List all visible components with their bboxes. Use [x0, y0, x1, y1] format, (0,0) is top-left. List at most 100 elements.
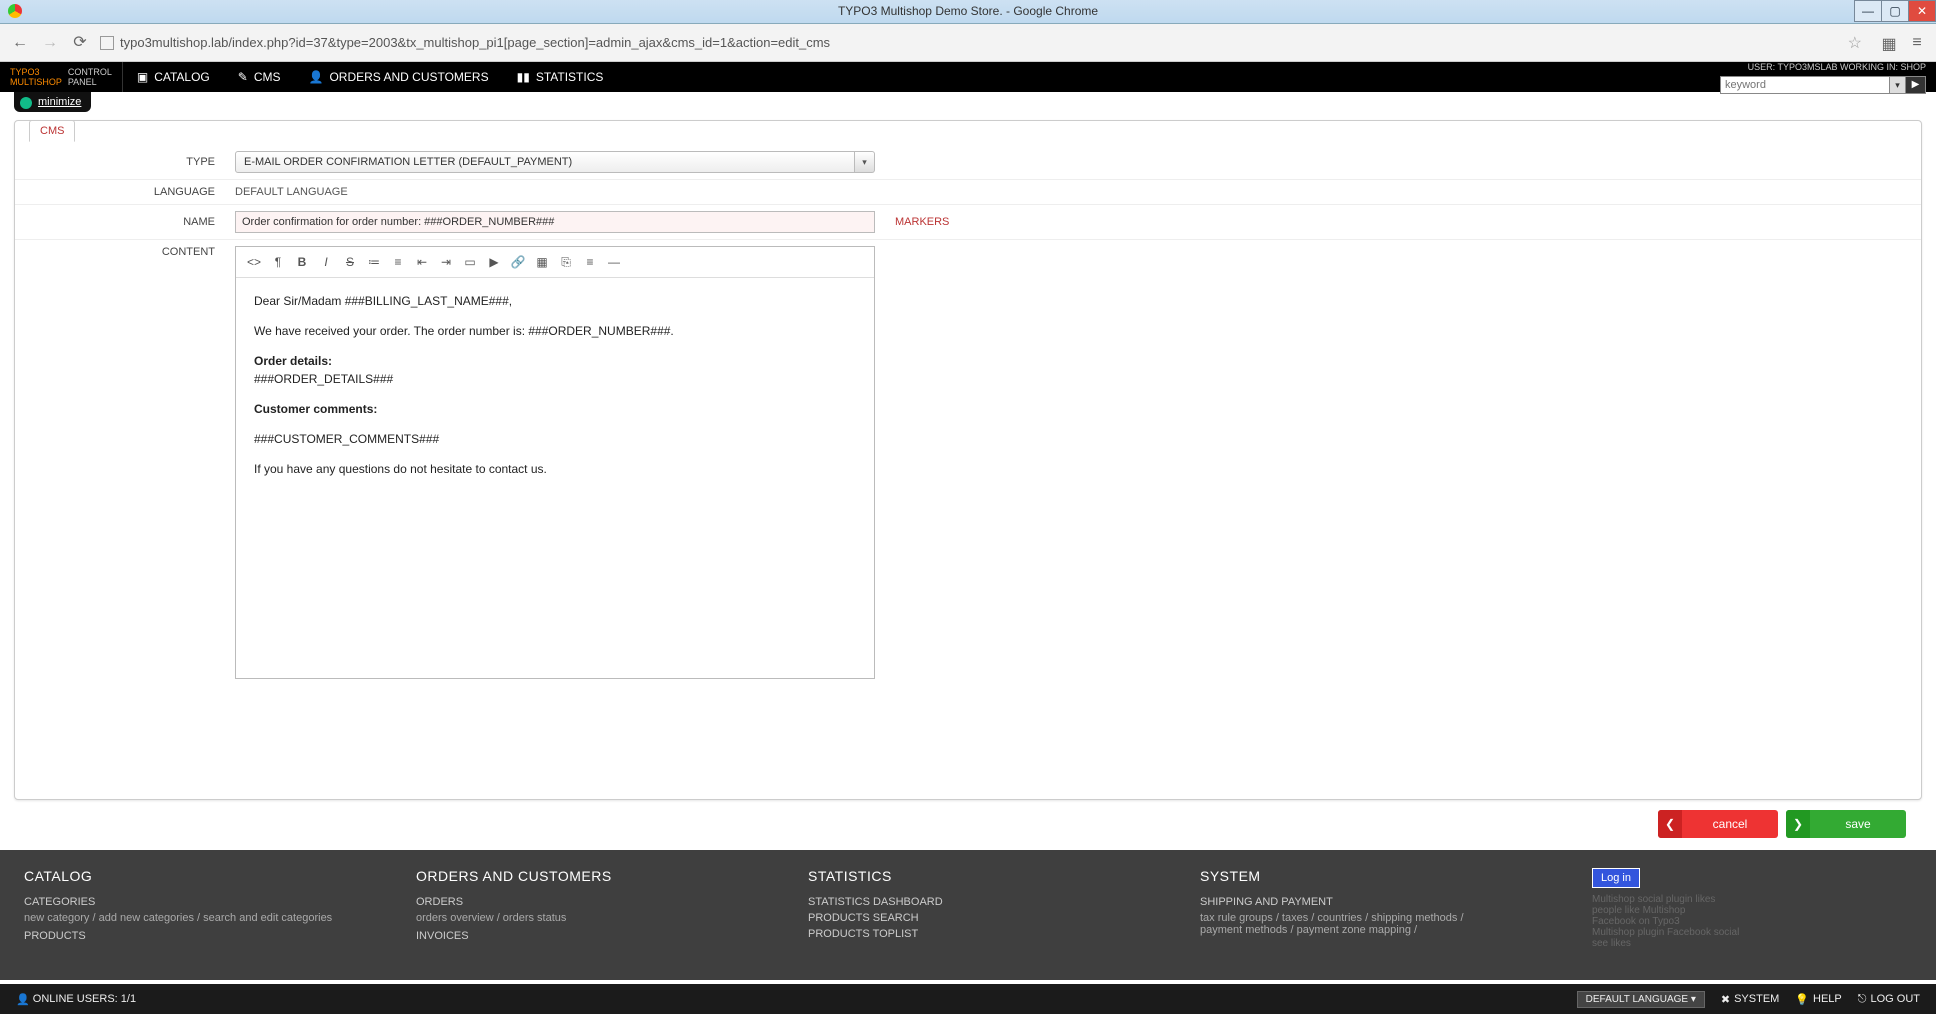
footer-system-links1[interactable]: tax rule groups / taxes / countries / sh…	[1200, 912, 1552, 924]
minimize-panel-tab[interactable]: minimize	[14, 92, 91, 112]
maximize-window-button[interactable]: ▢	[1881, 0, 1909, 22]
person-icon: 👤	[309, 70, 324, 84]
label-language: LANGUAGE	[35, 186, 235, 198]
tb-pilcrow-icon[interactable]: ¶	[266, 251, 290, 273]
label-type: TYPE	[35, 156, 235, 168]
row-type: TYPE E-MAIL ORDER CONFIRMATION LETTER (D…	[15, 145, 1921, 180]
footer-categories[interactable]: CATEGORIES	[24, 896, 376, 908]
reload-button[interactable]: ⟳	[70, 33, 90, 53]
chrome-menu-icon[interactable]: ≡	[1908, 34, 1926, 52]
tb-italic-icon[interactable]: I	[314, 251, 338, 273]
person-icon: 👤	[16, 993, 30, 1006]
bookmark-star-icon[interactable]: ☆	[1848, 33, 1862, 53]
pencil-icon: ✎	[238, 70, 248, 84]
tb-align-icon[interactable]: ≡	[578, 251, 602, 273]
admin-footer: CATALOG CATEGORIES new category / add ne…	[0, 850, 1936, 980]
minimize-label: minimize	[38, 96, 81, 108]
menu-orders[interactable]: 👤ORDERS AND CUSTOMERS	[295, 62, 503, 92]
back-button[interactable]: ←	[10, 33, 30, 53]
folder-icon: ▣	[137, 70, 148, 84]
chevron-down-icon[interactable]: ▾	[855, 151, 875, 173]
footer-col-system: SYSTEM SHIPPING AND PAYMENT tax rule gro…	[1200, 868, 1552, 980]
chevron-left-icon: ❮	[1658, 810, 1682, 838]
window-buttons: — ▢ ✕	[1855, 0, 1936, 22]
tb-bold-icon[interactable]: B	[290, 251, 314, 273]
footer-orders-title: ORDERS AND CUSTOMERS	[416, 868, 768, 884]
footer-products[interactable]: PRODUCTS	[24, 930, 376, 942]
fb-login-button[interactable]: Log in	[1592, 868, 1640, 888]
gear-icon: ✖	[1721, 993, 1730, 1006]
save-label: save	[1810, 817, 1906, 831]
save-button[interactable]: ❯ save	[1786, 810, 1906, 838]
content-p1: Dear Sir/Madam ###BILLING_LAST_NAME###,	[254, 292, 856, 310]
language-select[interactable]: DEFAULT LANGUAGE ▾	[1577, 991, 1705, 1008]
label-content: CONTENT	[35, 246, 235, 258]
cancel-button[interactable]: ❮ cancel	[1658, 810, 1778, 838]
url-display[interactable]: typo3multishop.lab/index.php?id=37&type=…	[100, 35, 1838, 50]
content-p4: Customer comments:	[254, 400, 856, 418]
tb-strike-icon[interactable]: S	[338, 251, 362, 273]
tb-table-icon[interactable]: ▦	[530, 251, 554, 273]
status-dot-icon	[20, 97, 32, 109]
footer-invoices[interactable]: INVOICES	[416, 930, 768, 942]
menu-cms[interactable]: ✎CMS	[224, 62, 295, 92]
search-input[interactable]	[1720, 76, 1890, 94]
tb-anchor-icon[interactable]: ⎘	[554, 251, 578, 273]
tb-olist-icon[interactable]: ≡	[386, 251, 410, 273]
type-select[interactable]: E-MAIL ORDER CONFIRMATION LETTER (DEFAUL…	[235, 151, 875, 173]
system-link[interactable]: ✖SYSTEM	[1721, 993, 1779, 1006]
footer-stats-dashboard[interactable]: STATISTICS DASHBOARD	[808, 896, 1160, 908]
online-users: ONLINE USERS: 1/1	[33, 993, 136, 1005]
help-link[interactable]: 💡HELP	[1795, 993, 1841, 1006]
footer-orders[interactable]: ORDERS	[416, 896, 768, 908]
markers-link[interactable]: MARKERS	[895, 216, 949, 228]
tb-video-icon[interactable]: ▶	[482, 251, 506, 273]
footer-catalog-links[interactable]: new category / add new categories / sear…	[24, 912, 376, 924]
chevron-right-icon: ❯	[1786, 810, 1810, 838]
tb-outdent-icon[interactable]: ⇤	[410, 251, 434, 273]
name-input[interactable]	[235, 211, 875, 233]
extensions-icon[interactable]: ▦	[1880, 34, 1898, 52]
tb-link-icon[interactable]: 🔗	[506, 251, 530, 273]
footer-shipping-payment[interactable]: SHIPPING AND PAYMENT	[1200, 896, 1552, 908]
tb-hr-icon[interactable]: —	[602, 251, 626, 273]
footer-stats-title: STATISTICS	[808, 868, 1160, 884]
cms-edit-panel: CMS TYPE E-MAIL ORDER CONFIRMATION LETTE…	[14, 120, 1922, 800]
footer-col-orders: ORDERS AND CUSTOMERS ORDERS orders overv…	[416, 868, 768, 980]
menu-statistics[interactable]: ▮▮STATISTICS	[503, 62, 618, 92]
editor-body[interactable]: Dear Sir/Madam ###BILLING_LAST_NAME###, …	[236, 278, 874, 678]
close-window-button[interactable]: ✕	[1908, 0, 1936, 22]
type-select-value: E-MAIL ORDER CONFIRMATION LETTER (DEFAUL…	[235, 151, 855, 173]
footer-col-catalog: CATALOG CATEGORIES new category / add ne…	[24, 868, 376, 980]
logout-link[interactable]: ⎋LOG OUT	[1858, 993, 1920, 1006]
menu-catalog[interactable]: ▣CATALOG	[123, 62, 224, 92]
browser-address-bar: ← → ⟳ typo3multishop.lab/index.php?id=37…	[0, 24, 1936, 62]
tb-ulist-icon[interactable]: ≔	[362, 251, 386, 273]
app-logo[interactable]: TYPO3 MULTISHOP CONTROL PANEL	[0, 62, 123, 92]
language-value: DEFAULT LANGUAGE	[235, 186, 348, 198]
logo-control: CONTROL	[68, 67, 112, 77]
tb-source-icon[interactable]: <>	[242, 251, 266, 273]
panel-tabs: CMS	[15, 121, 1921, 145]
main-menu: ▣CATALOG ✎CMS 👤ORDERS AND CUSTOMERS ▮▮ST…	[123, 62, 618, 92]
footer-products-toplist[interactable]: PRODUCTS TOPLIST	[808, 928, 1160, 940]
footer-products-search[interactable]: PRODUCTS SEARCH	[808, 912, 1160, 924]
minimize-window-button[interactable]: —	[1854, 0, 1882, 22]
content-p3: Order details:###ORDER_DETAILS###	[254, 352, 856, 388]
window-titlebar: TYPO3 Multishop Demo Store. - Google Chr…	[0, 0, 1936, 24]
footer-orders-links[interactable]: orders overview / orders status	[416, 912, 768, 924]
row-content: CONTENT <> ¶ B I S ≔ ≡ ⇤ ⇥ ▭ ▶ 🔗 ▦ ⎘ ≡ —	[15, 240, 1921, 685]
label-name: NAME	[35, 216, 235, 228]
tab-cms[interactable]: CMS	[29, 120, 75, 142]
footer-system-links2[interactable]: payment methods / payment zone mapping /	[1200, 924, 1552, 936]
search-go-button[interactable]: ▶	[1906, 76, 1926, 94]
forward-button[interactable]: →	[40, 33, 60, 53]
window-title: TYPO3 Multishop Demo Store. - Google Chr…	[838, 4, 1098, 18]
search-type-dropdown[interactable]: ▾	[1890, 76, 1906, 94]
tb-image-icon[interactable]: ▭	[458, 251, 482, 273]
row-language: LANGUAGE DEFAULT LANGUAGE	[15, 180, 1921, 205]
chrome-favicon	[8, 4, 22, 18]
content-p6: If you have any questions do not hesitat…	[254, 460, 856, 478]
tb-indent-icon[interactable]: ⇥	[434, 251, 458, 273]
footer-social: Log in Multishop social plugin likes peo…	[1592, 868, 1912, 980]
